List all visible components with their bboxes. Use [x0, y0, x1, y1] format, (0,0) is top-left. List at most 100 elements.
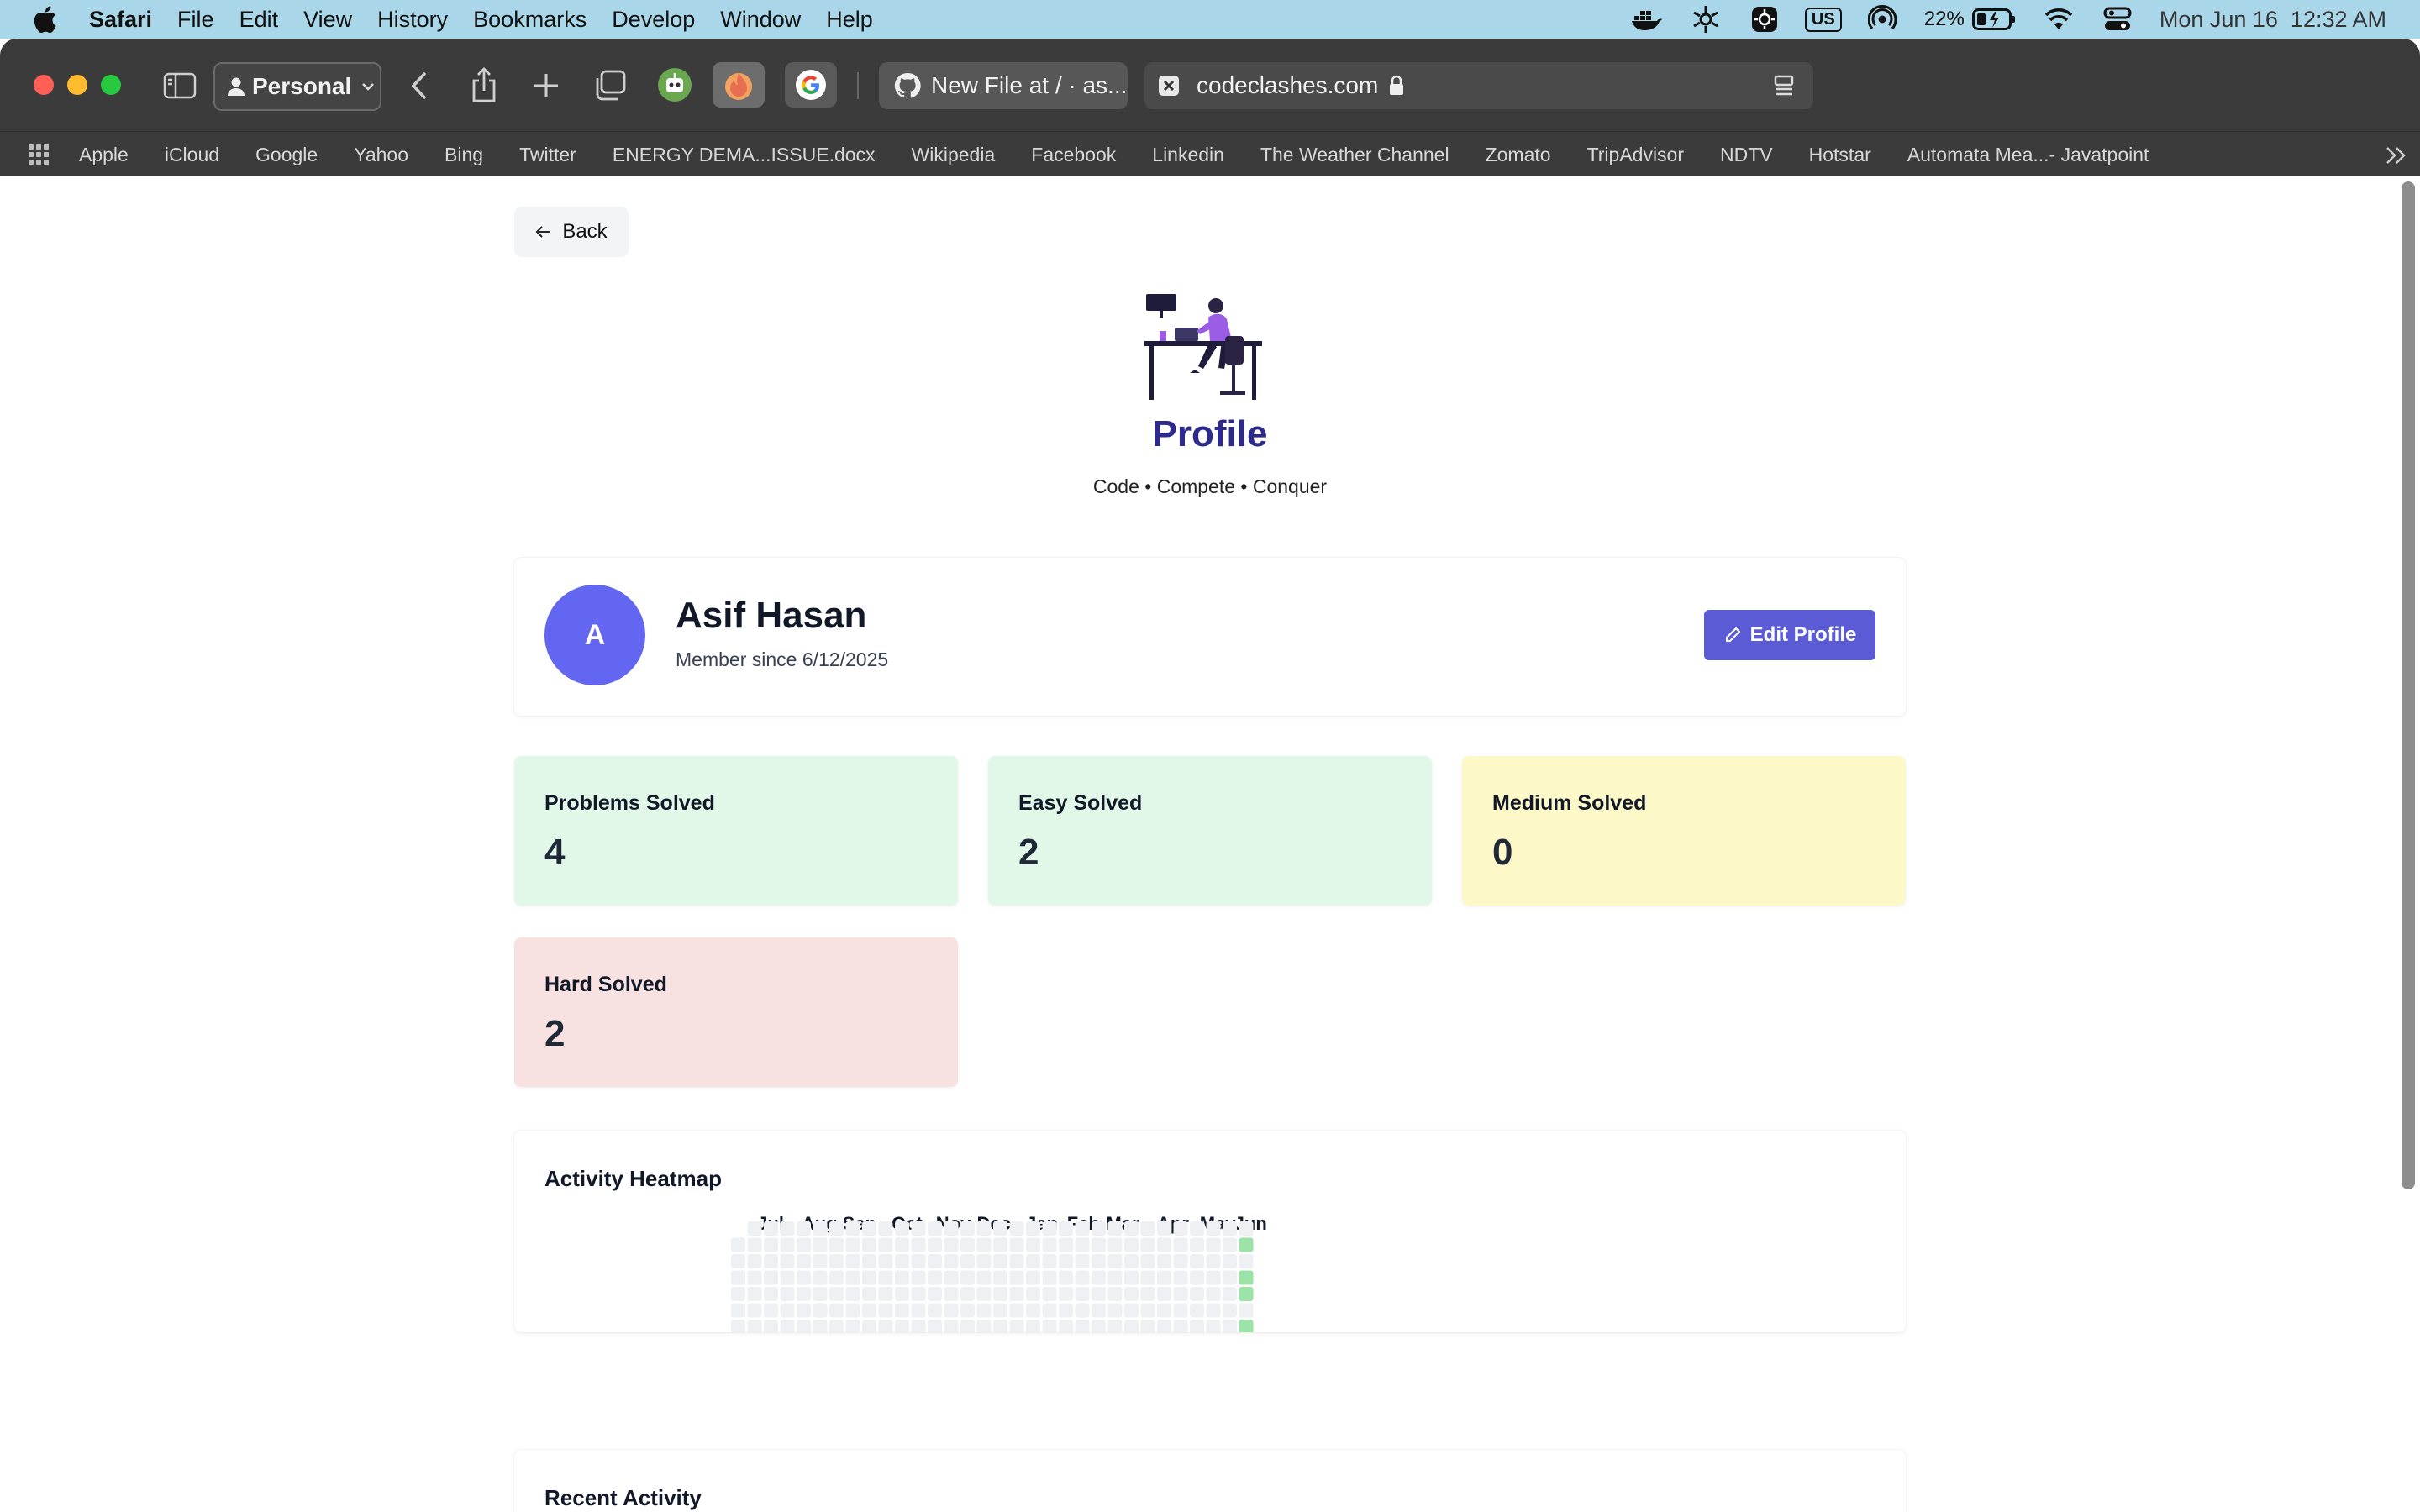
bookmark-google[interactable]: Google	[255, 144, 318, 166]
heatmap-cell	[1026, 1237, 1040, 1252]
airdrop-icon[interactable]	[1865, 5, 1899, 33]
sidebar-toggle-icon[interactable]	[161, 69, 198, 102]
fire-extension-icon[interactable]	[713, 62, 765, 108]
bookmark-facebook[interactable]: Facebook	[1031, 144, 1116, 166]
heatmap-cell	[813, 1320, 828, 1332]
heatmap-cell	[1042, 1270, 1057, 1285]
heatmap-cell	[1140, 1221, 1155, 1236]
heatmap-cell	[911, 1221, 926, 1236]
keyboard-input-source[interactable]: US	[1804, 6, 1842, 33]
heatmap-cell	[797, 1287, 811, 1301]
robot-extension-icon[interactable]	[649, 62, 701, 108]
zoom-window-button[interactable]	[101, 75, 121, 95]
heatmap-cell	[813, 1270, 828, 1285]
bookmark-icloud[interactable]: iCloud	[165, 144, 219, 166]
heatmap-cell	[911, 1254, 926, 1268]
heatmap-cell	[829, 1320, 844, 1332]
heatmap-cell	[797, 1237, 811, 1252]
wifi-icon[interactable]	[2042, 6, 2075, 33]
google-extension-icon[interactable]	[785, 62, 837, 108]
heatmap-cell	[1173, 1287, 1188, 1301]
bookmark-bing[interactable]: Bing	[445, 144, 483, 166]
snowflake-gear-icon[interactable]	[1689, 6, 1723, 33]
bookmark-yahoo[interactable]: Yahoo	[354, 144, 408, 166]
heatmap-cell	[764, 1303, 778, 1318]
heatmap-cell	[862, 1254, 876, 1268]
control-center-icon[interactable]	[2101, 6, 2134, 33]
heatmap-cell	[911, 1320, 926, 1332]
heatmap-cell	[1009, 1320, 1024, 1332]
bookmark-zomato[interactable]: Zomato	[1486, 144, 1551, 166]
close-window-button[interactable]	[34, 75, 54, 95]
bookmark-tripadvisor[interactable]: TripAdvisor	[1587, 144, 1684, 166]
heatmap-cell	[1157, 1237, 1171, 1252]
tab-overview-icon[interactable]	[592, 69, 629, 102]
heatmap-cell	[1026, 1287, 1040, 1301]
tab-codeclashes[interactable]: codeclashes.com	[1144, 62, 1813, 109]
address-bar-url[interactable]: codeclashes.com	[1197, 72, 1378, 99]
heatmap-cell	[829, 1287, 844, 1301]
heatmap-cell	[1157, 1303, 1171, 1318]
heatmap-cell	[928, 1237, 942, 1252]
heatmap-cell	[1140, 1237, 1155, 1252]
menu-window[interactable]: Window	[720, 7, 801, 33]
bookmark-hotstar[interactable]: Hotstar	[1809, 144, 1871, 166]
menu-edit[interactable]: Edit	[239, 7, 279, 33]
bookmark-apple[interactable]: Apple	[79, 144, 129, 166]
heatmap-cell	[780, 1254, 795, 1268]
heatmap-cell	[1206, 1270, 1221, 1285]
edit-profile-button[interactable]: Edit Profile	[1704, 610, 1876, 660]
bookmarks-overflow-chevron-icon[interactable]	[2385, 145, 2408, 165]
clock[interactable]: Mon Jun 16 12:32 AM	[2160, 7, 2386, 33]
menu-view[interactable]: View	[303, 7, 352, 33]
heatmap-cell	[928, 1270, 942, 1285]
heatmap-cell	[1157, 1254, 1171, 1268]
back-button[interactable]: Back	[514, 207, 629, 257]
heatmap-cell	[1092, 1287, 1106, 1301]
heatmap-cell	[1124, 1320, 1139, 1332]
menu-app-name[interactable]: Safari	[89, 7, 152, 33]
sun-settings-icon[interactable]	[1748, 6, 1781, 33]
heatmap-cell	[797, 1254, 811, 1268]
battery-icon[interactable]	[1971, 6, 2017, 33]
heatmap-cell	[1059, 1270, 1073, 1285]
heatmap-cell	[1190, 1320, 1204, 1332]
page-scrollbar[interactable]	[2402, 181, 2415, 1189]
heatmap-cell	[944, 1221, 959, 1236]
profile-selector-button[interactable]: Personal	[213, 62, 381, 111]
menu-help[interactable]: Help	[826, 7, 873, 33]
new-tab-icon[interactable]	[529, 69, 563, 102]
bookmark-weather-channel[interactable]: The Weather Channel	[1260, 144, 1449, 166]
bookmark-wikipedia[interactable]: Wikipedia	[912, 144, 996, 166]
bookmark-energy-doc[interactable]: ENERGY DEMA...ISSUE.docx	[613, 144, 876, 166]
user-info-card: A Asif Hasan Member since 6/12/2025 Edit…	[514, 558, 1906, 716]
menu-history[interactable]: History	[377, 7, 448, 33]
menu-file[interactable]: File	[177, 7, 214, 33]
grid-apps-icon[interactable]	[29, 144, 49, 165]
bookmark-javatpoint[interactable]: Automata Mea...- Javatpoint	[1907, 144, 2149, 166]
heatmap-cell	[993, 1221, 1007, 1236]
back-nav-icon[interactable]	[403, 69, 434, 102]
heatmap-cell	[813, 1303, 828, 1318]
heatmap-cell	[747, 1287, 762, 1301]
heatmap-cell	[878, 1270, 893, 1285]
docker-icon[interactable]	[1630, 6, 1664, 33]
heatmap-cell	[1206, 1254, 1221, 1268]
reader-mode-icon[interactable]	[1771, 73, 1797, 98]
tab-github-new-file[interactable]: New File at / · as...	[879, 62, 1128, 109]
stat-card-problems-solved: Problems Solved 4	[514, 756, 958, 906]
heatmap-cell	[993, 1287, 1007, 1301]
share-icon[interactable]	[467, 66, 501, 104]
heatmap-cell	[731, 1270, 745, 1285]
apple-logo-icon[interactable]	[32, 4, 59, 34]
menu-develop[interactable]: Develop	[612, 7, 695, 33]
heatmap-cell	[1124, 1287, 1139, 1301]
heatmap-cell	[944, 1270, 959, 1285]
heatmap-cell	[747, 1303, 762, 1318]
heatmap-cell	[895, 1237, 909, 1252]
menu-bookmarks[interactable]: Bookmarks	[473, 7, 587, 33]
bookmark-twitter[interactable]: Twitter	[519, 144, 576, 166]
bookmark-ndtv[interactable]: NDTV	[1720, 144, 1773, 166]
bookmark-linkedin[interactable]: Linkedin	[1152, 144, 1224, 166]
minimize-window-button[interactable]	[67, 75, 87, 95]
